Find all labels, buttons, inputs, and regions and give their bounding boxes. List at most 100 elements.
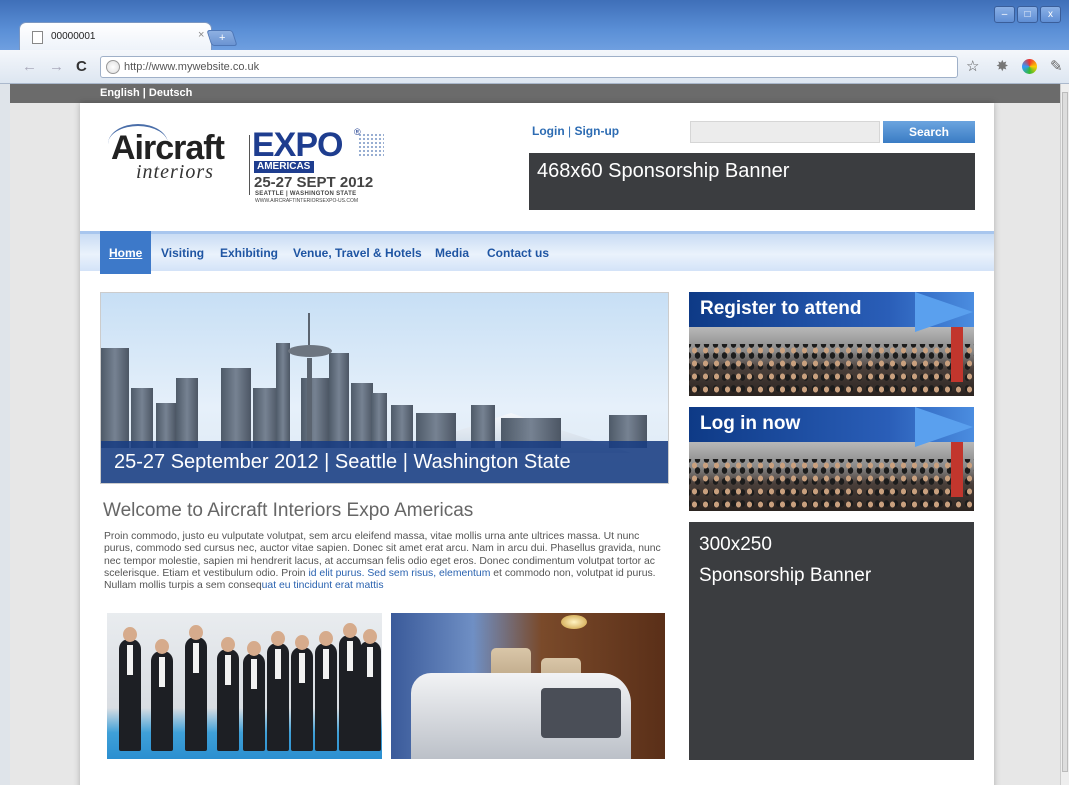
top-banner-text: 468x60 Sponsorship Banner (537, 160, 790, 182)
hero-building (351, 383, 373, 448)
back-icon[interactable]: ← (22, 58, 37, 75)
photo-person (339, 623, 361, 751)
nav-item-exhibiting[interactable]: Exhibiting (220, 246, 278, 260)
logo-dates: 25-27 SEPT 2012 (254, 174, 374, 191)
nav-item-venue-travel-hotels[interactable]: Venue, Travel & Hotels (293, 246, 422, 260)
wrench-icon[interactable]: ✎ (1050, 57, 1063, 75)
hero-caption: 25-27 September 2012 | Seattle | Washing… (101, 441, 668, 483)
main-nav: Home Visiting Exhibiting Venue, Travel &… (80, 231, 994, 274)
tab-title: 00000001 (51, 31, 96, 42)
address-bar[interactable]: http://www.mywebsite.co.uk (100, 56, 958, 78)
login-links: Login | Sign-up (532, 124, 619, 138)
photo-pod-screen (541, 688, 621, 738)
promo-crowd-stand (951, 442, 963, 497)
group-photo (107, 613, 382, 759)
site-logo[interactable]: Aircraft interiors EXPO ® AMERICAS 25-27… (98, 121, 388, 221)
photo-person (243, 641, 265, 751)
space-needle-top (288, 345, 332, 357)
photo-chandelier (561, 615, 587, 629)
hero-caption-text: 25-27 September 2012 | Seattle | Washing… (114, 451, 571, 473)
cabin-interior-photo (391, 613, 665, 759)
hero-building (221, 368, 251, 448)
logo-website: WWW.AIRCRAFTINTERIORSEXPO-US.COM (255, 198, 359, 204)
promo-login-label: Log in now (700, 413, 801, 434)
hero-building (276, 343, 290, 448)
photo-person (291, 635, 313, 751)
space-needle-leg (307, 358, 312, 448)
hero-image: 25-27 September 2012 | Seattle | Washing… (100, 292, 669, 484)
photo-person (267, 631, 289, 751)
logo-dots (358, 133, 384, 157)
scrollbar-thumb[interactable] (1062, 92, 1068, 772)
logo-expo: EXPO (252, 126, 343, 164)
side-banner-line1: 300x250 (699, 534, 772, 555)
search-input[interactable] (690, 121, 880, 143)
logo-region: AMERICAS (254, 161, 314, 173)
close-window-button[interactable]: x (1040, 6, 1061, 23)
window-controls: – □ x (994, 6, 1061, 23)
log-in-now-banner[interactable]: Log in now (689, 407, 974, 511)
page-scrollbar[interactable] (1060, 84, 1069, 785)
welcome-body-link[interactable]: id elit purus. Sed sem risus, elementum (308, 568, 490, 579)
forward-icon[interactable]: → (49, 58, 64, 75)
logo-divider (249, 135, 250, 195)
hero-building (301, 378, 329, 448)
photo-person (359, 629, 381, 751)
photo-person (185, 625, 207, 751)
side-banner-line2: Sponsorship Banner (699, 565, 872, 586)
reload-icon[interactable]: C (76, 58, 87, 75)
hero-building (329, 353, 349, 448)
register-to-attend-banner[interactable]: Register to attend (689, 292, 974, 396)
address-url[interactable]: http://www.mywebsite.co.uk (124, 61, 259, 73)
promo-arrow-icon (915, 292, 973, 332)
globe-icon (106, 60, 120, 74)
promo-crowd-stand (951, 327, 963, 382)
signup-link[interactable]: Sign-up (574, 124, 619, 138)
tab-close-icon[interactable]: × (198, 29, 204, 41)
browser-titlebar: 00000001 × + – □ x (0, 0, 1069, 50)
maximize-button[interactable]: □ (1017, 6, 1038, 23)
space-needle-spire (308, 313, 310, 345)
nav-home-label: Home (109, 246, 143, 260)
nav-item-visiting[interactable]: Visiting (161, 246, 204, 260)
nav-item-home[interactable]: Home (100, 231, 151, 274)
page-viewport: English | Deutsch Aircraft interiors EXP… (10, 84, 1060, 785)
logo-location: SEATTLE | WASHINGTON STATE (255, 191, 357, 197)
page-icon (32, 31, 43, 44)
login-link[interactable]: Login (532, 124, 565, 138)
minimize-button[interactable]: – (994, 6, 1015, 23)
nav-item-contact-us[interactable]: Contact us (487, 246, 549, 260)
nav-item-media[interactable]: Media (435, 246, 469, 260)
photo-person (119, 627, 141, 751)
top-sponsorship-banner[interactable]: 468x60 Sponsorship Banner (529, 153, 975, 210)
browser-tab[interactable]: 00000001 × (19, 22, 212, 50)
promo-register-label: Register to attend (700, 298, 862, 319)
chrome-extension-icon[interactable] (1022, 59, 1037, 74)
new-tab-button[interactable]: + (206, 30, 238, 46)
hero-building (371, 393, 387, 448)
promo-arrow-icon (915, 407, 973, 447)
welcome-body-link[interactable]: uat eu tincidunt erat mattis (262, 580, 384, 591)
login-separator: | (568, 124, 572, 138)
page-container: Aircraft interiors EXPO ® AMERICAS 25-27… (80, 103, 994, 785)
new-tab-icon: + (218, 32, 226, 44)
promo-crowd-people (689, 459, 974, 509)
language-bar: English | Deutsch (10, 84, 1060, 103)
welcome-body: Proin commodo, justo eu vulputate volutp… (104, 531, 664, 592)
logo-interiors: interiors (136, 161, 214, 183)
hero-building (253, 388, 278, 448)
welcome-title: Welcome to Aircraft Interiors Expo Ameri… (103, 500, 474, 521)
language-links[interactable]: English | Deutsch (100, 87, 192, 99)
photo-person (217, 637, 239, 751)
hero-building (176, 378, 198, 448)
extension-icon[interactable]: ✸ (996, 57, 1009, 75)
star-icon[interactable]: ☆ (966, 57, 979, 75)
hero-building (101, 348, 129, 448)
browser-toolbar: ← → C http://www.mywebsite.co.uk ☆ ✸ ✎ (0, 50, 1069, 84)
hero-building (131, 388, 153, 448)
photo-person (151, 639, 173, 751)
browser-window: 00000001 × + – □ x ← → C http://www.mywe… (0, 0, 1069, 785)
photo-person (315, 631, 337, 751)
search-button[interactable]: Search (883, 121, 975, 143)
side-sponsorship-banner[interactable]: 300x250 Sponsorship Banner (689, 522, 974, 760)
